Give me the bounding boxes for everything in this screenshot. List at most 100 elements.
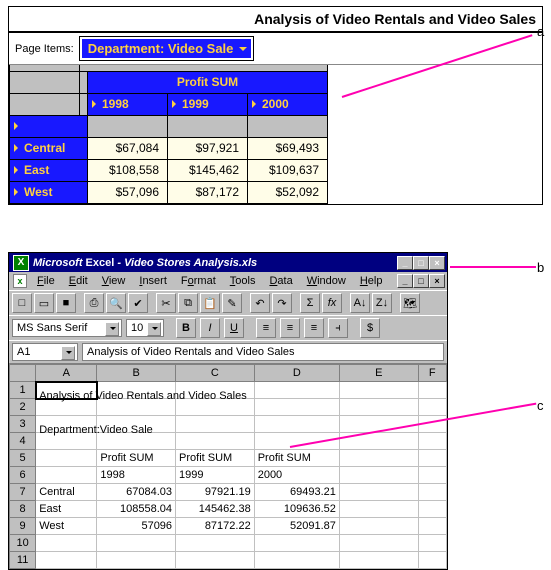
currency-icon[interactable]: $ [360,318,380,338]
col-header-E[interactable]: E [339,365,418,382]
cell-C7[interactable]: 97921.19 [176,484,255,501]
font-size-combo[interactable]: 10 [126,319,164,337]
row-header[interactable]: 11 [10,552,36,569]
cell-A8[interactable]: East [36,501,97,518]
menu-help[interactable]: Help [354,274,389,288]
workbook-sys-icon[interactable]: x [13,274,27,288]
menu-data[interactable]: Data [263,274,298,288]
standard-toolbar: □ ▭ ■ ⎙ 🔍 ✔ ✂ ⧉ 📋 ✎ ↶ ↷ Σ fx A↓ Z↓ 🗺 [9,290,447,315]
redo-icon[interactable]: ↷ [272,293,292,313]
row-east[interactable]: East [10,159,88,181]
year-1998[interactable]: 1998 [88,93,168,115]
align-right-icon[interactable]: ≡ [304,318,324,338]
format-painter-icon[interactable]: ✎ [222,293,242,313]
maximize-button[interactable]: □ [413,256,429,270]
cell-C8[interactable]: 145462.38 [176,501,255,518]
cell-A7[interactable]: Central [36,484,97,501]
menu-file[interactable]: File [31,274,61,288]
row-header[interactable]: 7 [10,484,36,501]
excel-app-icon[interactable]: X [13,255,29,271]
cell-B9[interactable]: 57096 [97,518,176,535]
wb-minimize-button[interactable]: _ [397,274,413,288]
wb-close-button[interactable]: × [429,274,445,288]
page-items-dropdown[interactable]: Department: Video Sale [80,37,254,60]
underline-icon[interactable]: U [224,318,244,338]
name-box[interactable]: A1 [12,343,78,361]
row-central[interactable]: Central [10,137,88,159]
col-header-B[interactable]: B [97,365,176,382]
save-icon[interactable]: ■ [56,293,76,313]
function-wizard-icon[interactable]: fx [322,293,342,313]
sort-desc-icon[interactable]: Z↓ [372,293,392,313]
undo-icon[interactable]: ↶ [250,293,270,313]
menu-insert[interactable]: Insert [133,274,173,288]
data-cell: $87,172 [168,181,248,203]
menu-edit[interactable]: Edit [63,274,94,288]
cell-D6[interactable]: 2000 [254,467,339,484]
menu-view[interactable]: View [96,274,132,288]
copy-icon[interactable]: ⧉ [178,293,198,313]
year-1999[interactable]: 1999 [168,93,248,115]
row-header[interactable]: 3 [10,416,36,433]
col-header-A[interactable]: A [36,365,97,382]
col-header-D[interactable]: D [254,365,339,382]
row-header[interactable]: 8 [10,501,36,518]
print-icon[interactable]: ⎙ [84,293,104,313]
worksheet-grid[interactable]: A B C D E F 1 Analysis of Video Rentals … [9,363,447,569]
cell-A9[interactable]: West [36,518,97,535]
row-header[interactable]: 2 [10,399,36,416]
row-header[interactable]: 10 [10,535,36,552]
cell-C9[interactable]: 87172.22 [176,518,255,535]
cell-D8[interactable]: 109636.52 [254,501,339,518]
merge-center-icon[interactable]: ⫞ [328,318,348,338]
new-icon[interactable]: □ [12,293,32,313]
col-header-C[interactable]: C [176,365,255,382]
row-axis-handle[interactable] [10,115,88,137]
row-header[interactable]: 1 [10,382,36,399]
cell-C5[interactable]: Profit SUM [176,450,255,467]
italic-icon[interactable]: I [200,318,220,338]
row-header[interactable]: 4 [10,433,36,450]
minimize-button[interactable]: _ [397,256,413,270]
font-name-combo[interactable]: MS Sans Serif [12,319,122,337]
pivot-title: Analysis of Video Rentals and Video Sale… [9,7,542,33]
paste-icon[interactable]: 📋 [200,293,220,313]
close-button[interactable]: × [429,256,445,270]
menu-tools[interactable]: Tools [224,274,262,288]
row-header[interactable]: 9 [10,518,36,535]
col-header-F[interactable]: F [418,365,446,382]
autosum-icon[interactable]: Σ [300,293,320,313]
year-2000[interactable]: 2000 [248,93,328,115]
cut-icon[interactable]: ✂ [156,293,176,313]
page-items-bar: Page Items: Department: Video Sale [9,33,542,65]
cell-C6[interactable]: 1999 [176,467,255,484]
cell-B6[interactable]: 1998 [97,467,176,484]
cell-A3[interactable]: Department:Video Sale [36,416,97,433]
page-items-label: Page Items: [15,43,74,55]
sort-asc-icon[interactable]: A↓ [350,293,370,313]
print-preview-icon[interactable]: 🔍 [106,293,126,313]
align-left-icon[interactable]: ≡ [256,318,276,338]
cell-B8[interactable]: 108558.04 [97,501,176,518]
row-header[interactable]: 5 [10,450,36,467]
title-bar[interactable]: X Microsoft Excel - Video Stores Analysi… [9,253,447,272]
bold-icon[interactable]: B [176,318,196,338]
open-icon[interactable]: ▭ [34,293,54,313]
align-center-icon[interactable]: ≡ [280,318,300,338]
select-all-corner[interactable] [10,365,36,382]
map-icon[interactable]: 🗺 [400,293,420,313]
formula-input[interactable]: Analysis of Video Rentals and Video Sale… [82,343,444,361]
row-header[interactable]: 6 [10,467,36,484]
cell-B5[interactable]: Profit SUM [97,450,176,467]
spelling-icon[interactable]: ✔ [128,293,148,313]
profit-sum-header[interactable]: Profit SUM [88,71,328,93]
cell-A1[interactable]: Analysis of Video Rentals and Video Sale… [36,382,97,399]
menu-window[interactable]: Window [301,274,352,288]
cell-D7[interactable]: 69493.21 [254,484,339,501]
cell-B7[interactable]: 67084.03 [97,484,176,501]
cell-D5[interactable]: Profit SUM [254,450,339,467]
cell-D9[interactable]: 52091.87 [254,518,339,535]
menu-format[interactable]: Format [175,274,222,288]
row-west[interactable]: West [10,181,88,203]
wb-restore-button[interactable]: □ [413,274,429,288]
